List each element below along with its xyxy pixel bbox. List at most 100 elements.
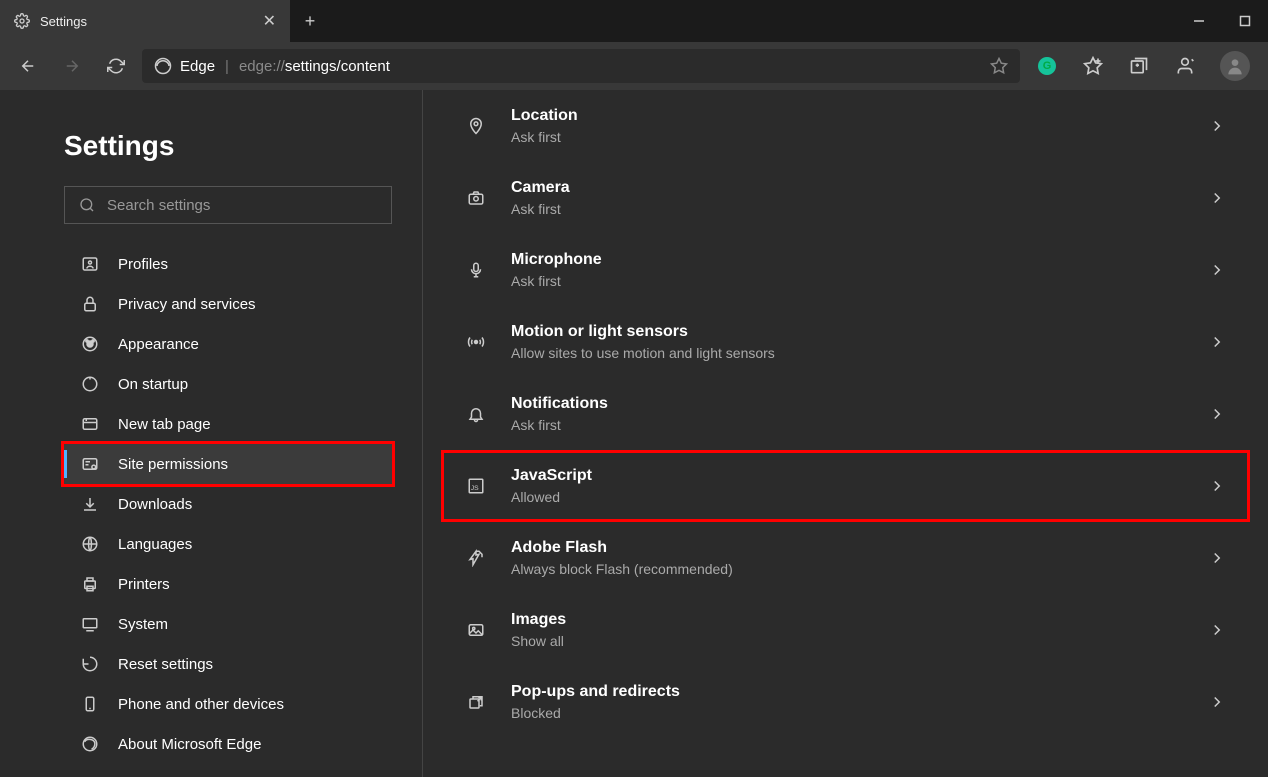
permission-row-notifications[interactable]: NotificationsAsk first [441,378,1250,450]
sidebar-item-label: Phone and other devices [118,696,284,713]
window-controls [1176,0,1268,42]
chevron-right-icon [1208,189,1226,207]
sidebar-item-languages[interactable]: Languages [64,524,392,564]
sidebar-item-reset-settings[interactable]: Reset settings [64,644,392,684]
gear-icon [14,13,30,29]
sidebar-item-icon [80,695,100,713]
content-area: Settings ProfilesPrivacy and servicesApp… [0,90,1268,777]
favorites-icon[interactable] [1074,47,1112,85]
permission-title: JavaScript [511,467,1184,485]
sensors-icon [465,333,487,351]
popups-icon [465,693,487,711]
permission-row-javascript[interactable]: JS JavaScript Allowed [441,450,1250,522]
sidebar-item-new-tab-page[interactable]: New tab page [64,404,392,444]
sidebar-item-phone-and-other-devices[interactable]: Phone and other devices [64,684,392,724]
permission-row-camera[interactable]: Camera Ask first [441,162,1250,234]
favorite-star-icon[interactable] [990,57,1008,75]
sidebar-item-label: On startup [118,376,188,393]
new-tab-button[interactable]: + [290,0,330,42]
sidebar-item-label: Languages [118,536,192,553]
permission-title: Images [511,611,1184,629]
microphone-icon [465,261,487,279]
sidebar-item-icon [80,735,100,753]
sidebar-item-on-startup[interactable]: On startup [64,364,392,404]
sidebar-item-privacy-and-services[interactable]: Privacy and services [64,284,392,324]
location-icon [465,117,487,135]
permission-row-location[interactable]: LocationAsk first [441,90,1250,162]
permission-subtitle: Ask first [511,417,1184,433]
back-button[interactable] [10,48,46,84]
sidebar-item-profiles[interactable]: Profiles [64,244,392,284]
chevron-right-icon [1208,621,1226,639]
close-tab-icon[interactable]: ✕ [263,11,276,31]
camera-icon [465,189,487,207]
permissions-panel: LocationAsk firstCameraAsk firstMicropho… [423,90,1268,777]
sidebar-item-icon [80,495,100,513]
permission-row-pop-ups-and-redirects[interactable]: Pop-ups and redirectsBlocked [441,666,1250,738]
sidebar-item-appearance[interactable]: Appearance [64,324,392,364]
sidebar-item-label: Site permissions [118,456,228,473]
sidebar-item-label: Reset settings [118,656,213,673]
sidebar-item-about-microsoft-edge[interactable]: About Microsoft Edge [64,724,392,764]
permission-subtitle: Allow sites to use motion and light sens… [511,345,1184,361]
permission-subtitle: Allowed [511,489,1184,505]
sidebar-item-downloads[interactable]: Downloads [64,484,392,524]
sidebar-item-label: New tab page [118,416,211,433]
permission-title: Microphone [511,251,1184,269]
permission-subtitle: Always block Flash (recommended) [511,561,1184,577]
search-input[interactable] [107,197,377,214]
svg-text:JS: JS [471,485,479,492]
sidebar-item-printers[interactable]: Printers [64,564,392,604]
settings-sidebar: Settings ProfilesPrivacy and servicesApp… [0,90,423,777]
permission-row-motion-or-light-sensors[interactable]: Motion or light sensors Allow sites to us… [441,306,1250,378]
chevron-right-icon [1208,261,1226,279]
titlebar: Settings ✕ + [0,0,1268,42]
profile-menu-icon[interactable] [1166,47,1204,85]
sidebar-item-label: Printers [118,576,170,593]
sidebar-item-icon [80,455,100,473]
permission-title: Adobe Flash [511,539,1184,557]
permission-subtitle: Ask first [511,129,1184,145]
sidebar-item-icon [80,415,100,433]
sidebar-item-icon [80,295,100,313]
chevron-right-icon [1208,117,1226,135]
javascript-icon: JS [465,477,487,495]
search-settings-box[interactable] [64,186,392,224]
sidebar-item-site-permissions[interactable]: Site permissions [64,444,392,484]
permission-row-adobe-flash[interactable]: Adobe Flash Always block Flash (recommend… [441,522,1250,594]
permission-title: Camera [511,179,1184,197]
refresh-button[interactable] [98,48,134,84]
address-separator: | [225,58,229,75]
forward-button[interactable] [54,48,90,84]
sidebar-item-label: Profiles [118,256,168,273]
user-avatar[interactable] [1220,51,1250,81]
minimize-button[interactable] [1176,0,1222,42]
sidebar-item-system[interactable]: System [64,604,392,644]
permission-subtitle: Show all [511,633,1184,649]
sidebar-item-label: Downloads [118,496,192,513]
search-icon [79,197,95,213]
sidebar-item-icon [80,655,100,673]
sidebar-item-icon [80,255,100,273]
images-icon [465,621,487,639]
permission-row-images[interactable]: Images Show all [441,594,1250,666]
collections-icon[interactable] [1120,47,1158,85]
grammarly-extension-icon[interactable]: G [1028,47,1066,85]
permission-row-microphone[interactable]: Microphone Ask first [441,234,1250,306]
maximize-button[interactable] [1222,0,1268,42]
chevron-right-icon [1208,405,1226,423]
sidebar-item-icon [80,615,100,633]
permission-title: Motion or light sensors [511,323,1184,341]
permission-subtitle: Ask first [511,273,1184,289]
permission-subtitle: Blocked [511,705,1184,721]
chevron-right-icon [1208,477,1226,495]
permission-subtitle: Ask first [511,201,1184,217]
sidebar-item-label: Privacy and services [118,296,256,313]
sidebar-item-icon [80,535,100,553]
chevron-right-icon [1208,693,1226,711]
tab-title: Settings [40,14,253,29]
address-bar[interactable]: Edge | edge://settings/content [142,49,1020,83]
toolbar: Edge | edge://settings/content G [0,42,1268,90]
flash-icon [465,549,487,567]
browser-tab[interactable]: Settings ✕ [0,0,290,42]
